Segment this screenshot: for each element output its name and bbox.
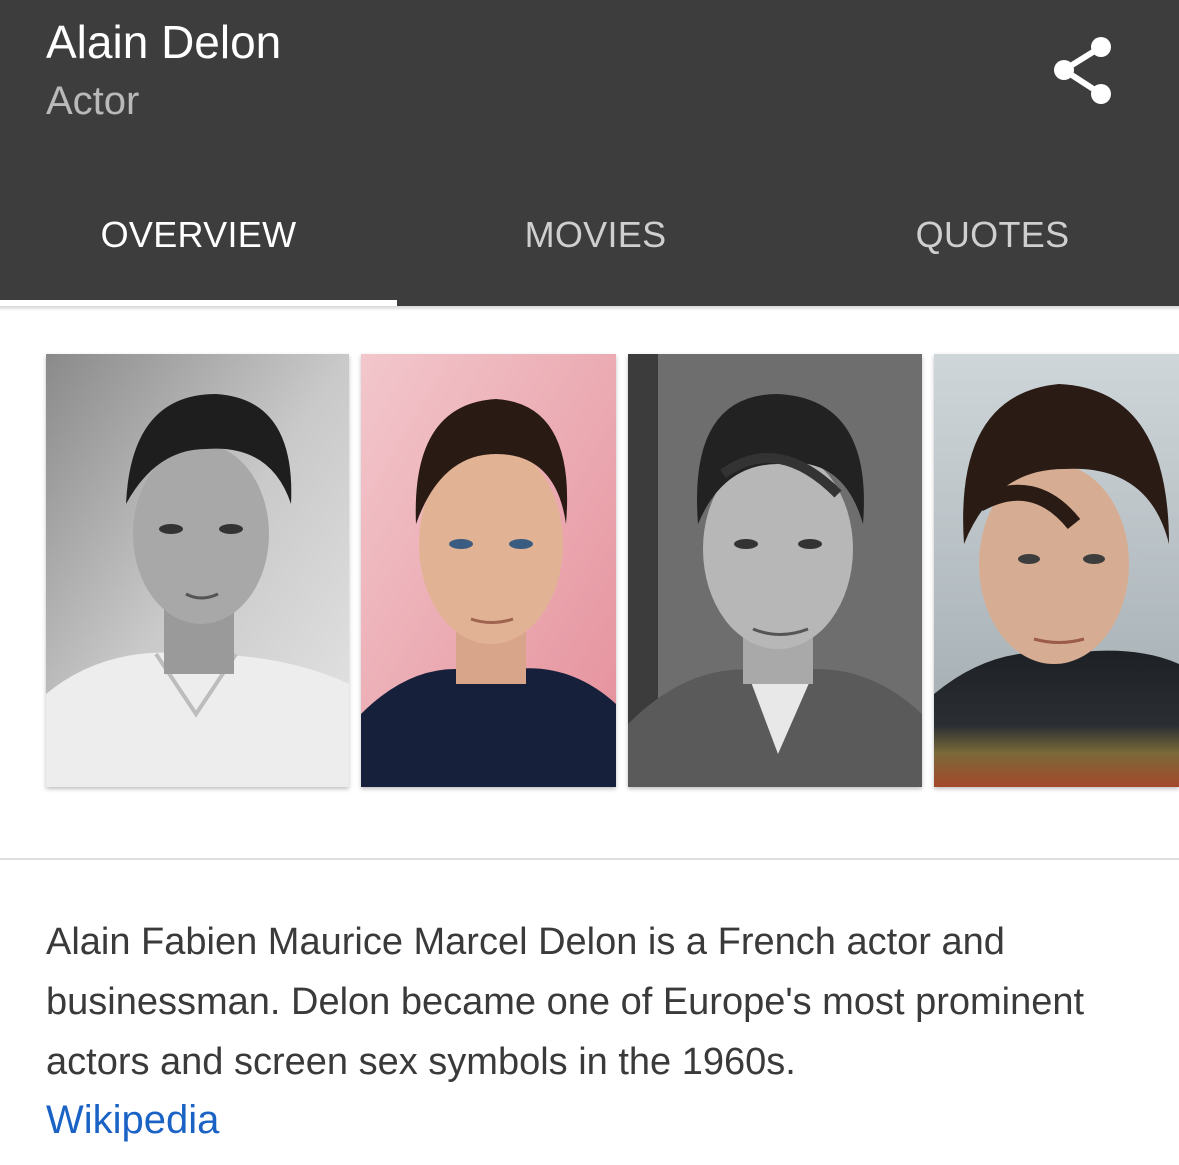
wikipedia-link[interactable]: Wikipedia xyxy=(46,1090,219,1150)
section-divider xyxy=(0,858,1179,860)
tab-bar: OVERVIEW MOVIES QUOTES xyxy=(0,163,1179,306)
page-title: Alain Delon xyxy=(46,16,282,68)
photo-2[interactable] xyxy=(361,354,616,787)
tab-overview[interactable]: OVERVIEW xyxy=(0,163,397,306)
share-icon xyxy=(1054,37,1111,104)
tab-movies[interactable]: MOVIES xyxy=(397,163,794,306)
share-button[interactable] xyxy=(1050,36,1116,106)
tab-quotes[interactable]: QUOTES xyxy=(794,163,1179,306)
page-subtitle: Actor xyxy=(46,79,140,123)
tab-bar-shadow xyxy=(0,306,1179,311)
photo-4[interactable] xyxy=(934,354,1179,787)
photo-1[interactable] xyxy=(46,354,349,787)
description-text: Alain Fabien Maurice Marcel Delon is a F… xyxy=(46,921,1085,1083)
app-header: Alain Delon Actor xyxy=(0,0,1179,163)
photo-3[interactable] xyxy=(628,354,922,787)
